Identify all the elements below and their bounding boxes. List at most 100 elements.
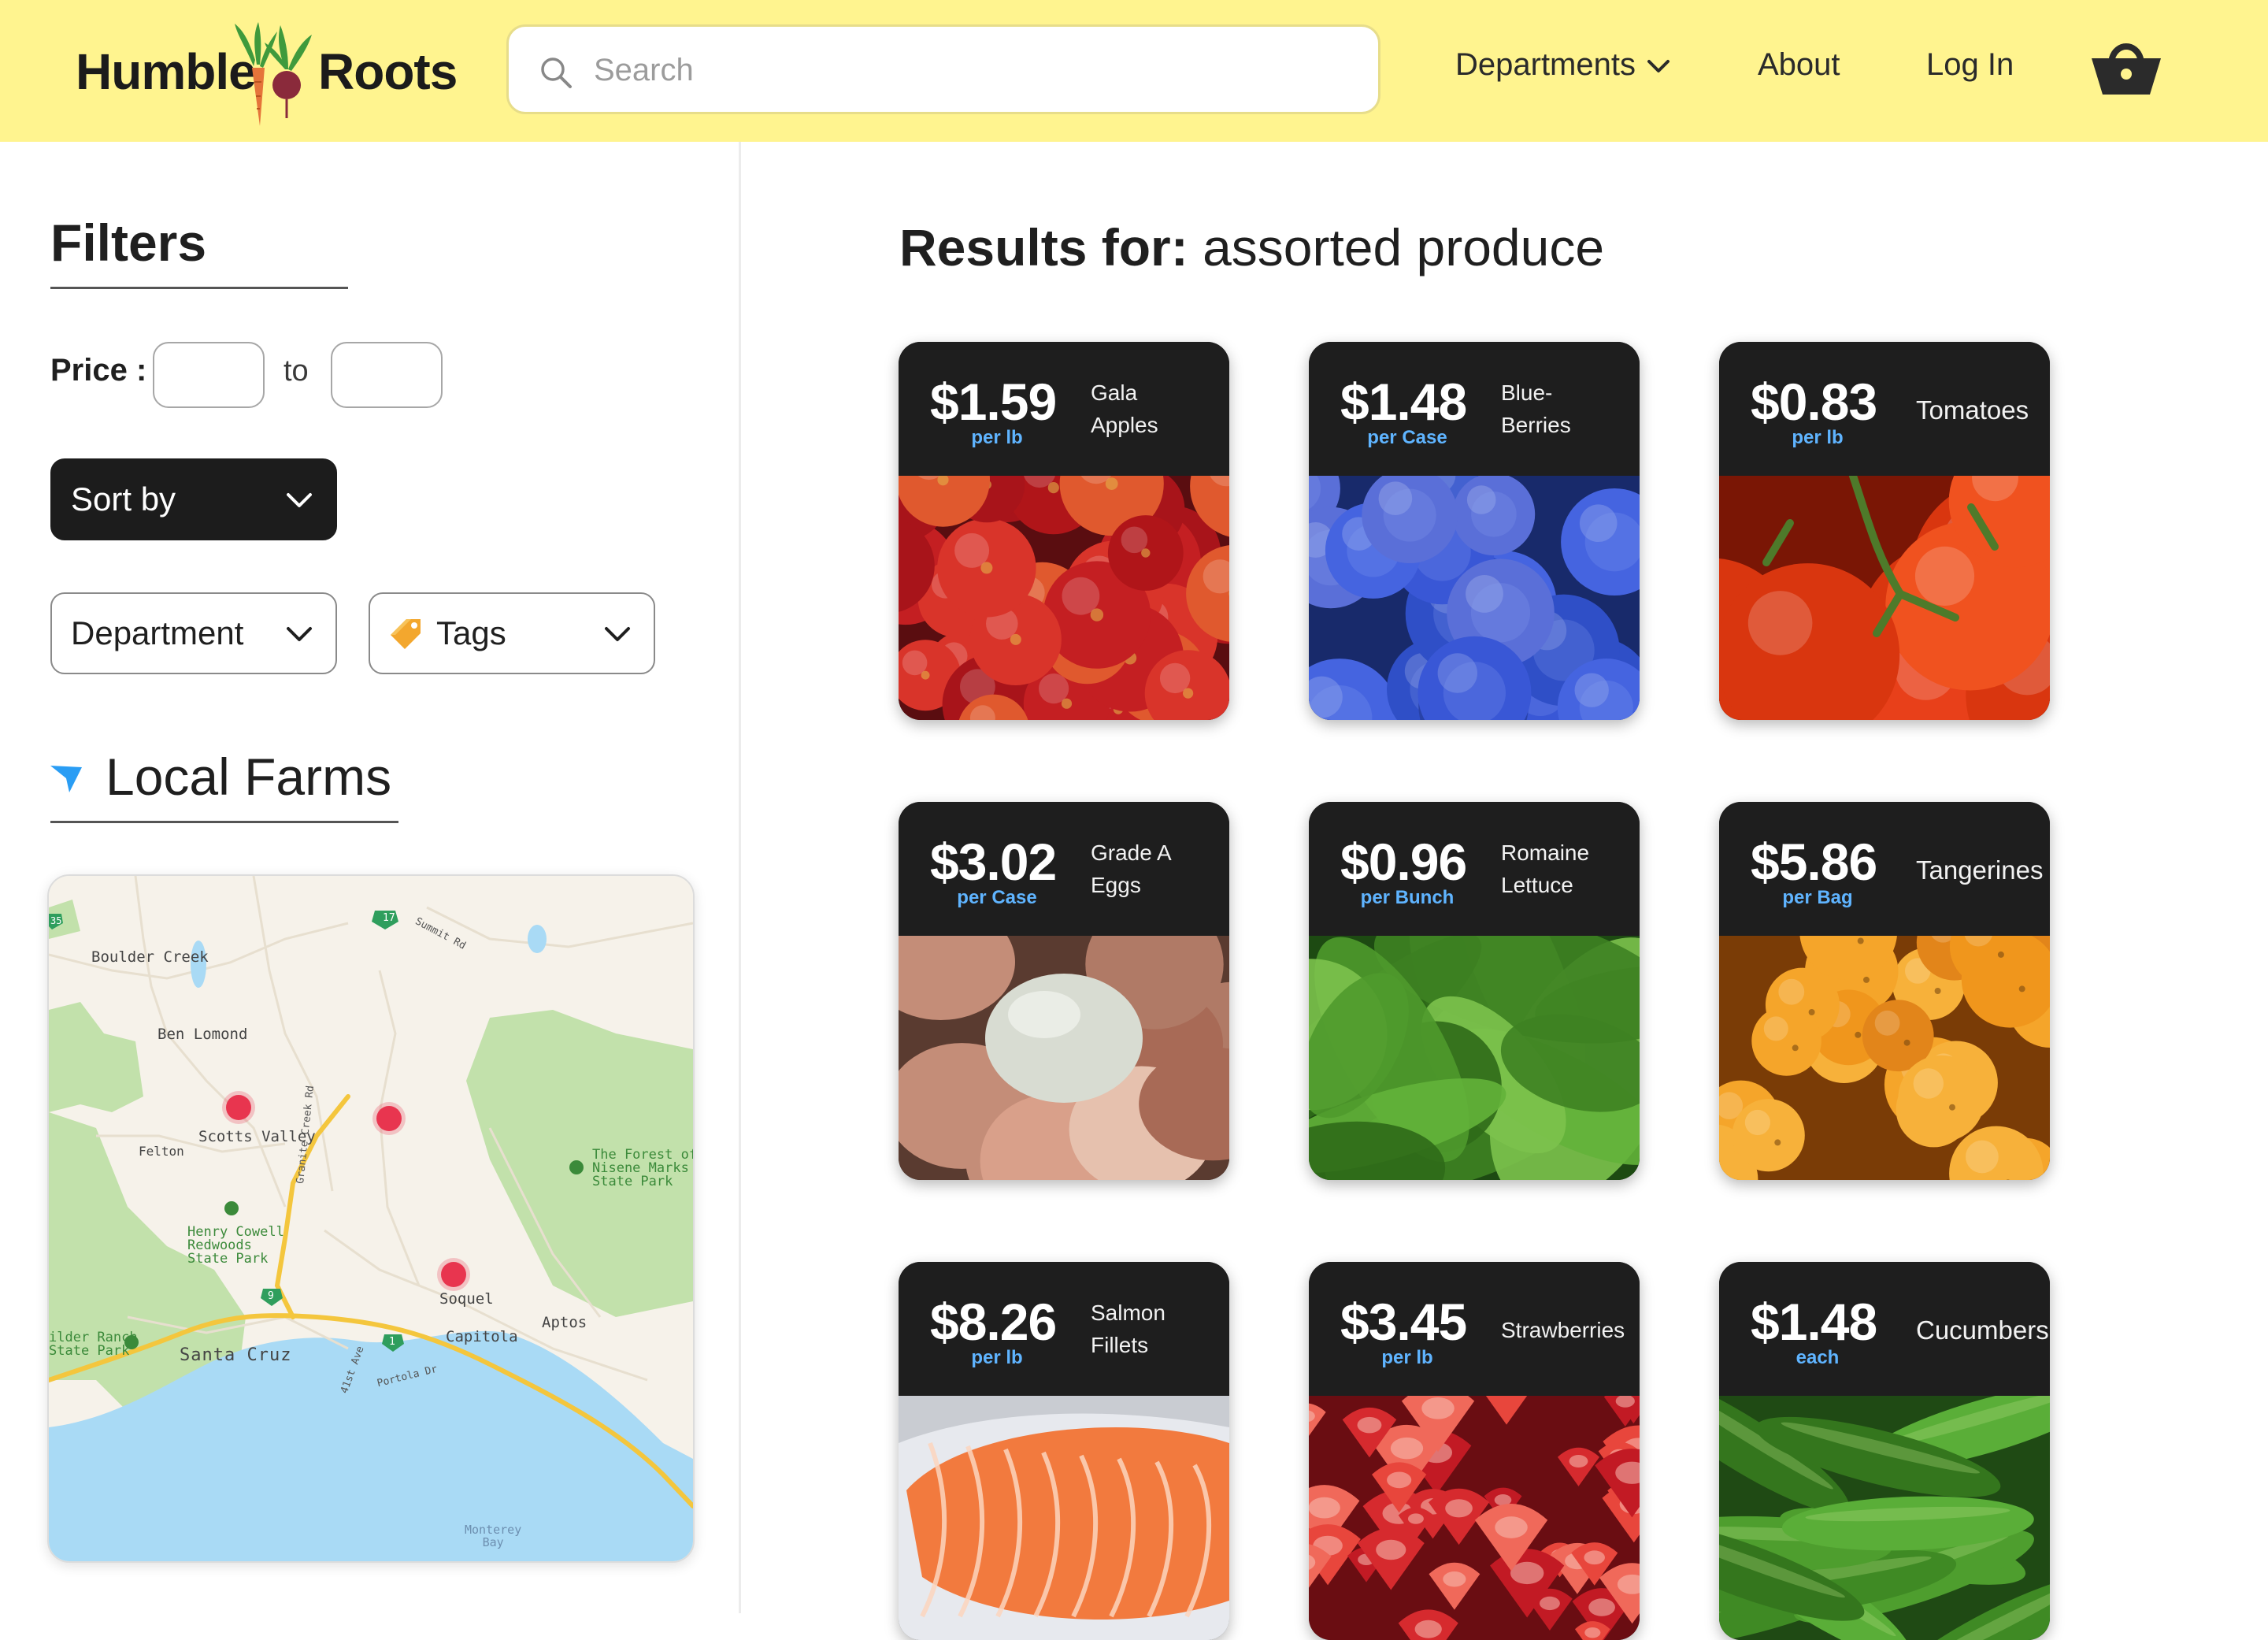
- product-unit: per Bag: [1782, 887, 1853, 908]
- map-base-layer: [49, 876, 693, 1561]
- farm-pin-3[interactable]: [441, 1262, 466, 1287]
- product-unit: per lb: [971, 427, 1023, 448]
- price-min-input[interactable]: [153, 342, 265, 408]
- product-card-cucumbers[interactable]: $1.48 each Cucumbers: [1719, 1262, 2050, 1640]
- search-icon: [541, 58, 572, 88]
- product-card-header: $1.48 per Case Blue- Berries: [1309, 342, 1640, 476]
- tags-label: Tags: [436, 614, 506, 651]
- location-arrow-icon: [50, 766, 82, 792]
- product-price: $1.48: [1340, 373, 1467, 431]
- product-price: $1.59: [930, 373, 1057, 431]
- route-9-label: 9: [268, 1290, 274, 1302]
- nav-about-link[interactable]: About: [1758, 47, 1840, 83]
- results-heading: Results for: assorted produce: [899, 217, 1604, 277]
- product-name: Strawberries: [1501, 1318, 1625, 1342]
- nav-departments-label: Departments: [1455, 47, 1636, 82]
- price-label: Price :: [50, 353, 147, 388]
- search-bar: [506, 24, 1380, 114]
- sort-by-dropdown[interactable]: Sort by: [50, 458, 337, 540]
- product-unit: per lb: [1381, 1347, 1433, 1368]
- local-farms-map[interactable]: 17 9 1 35 Boulder Creek Ben Lomond Scott…: [47, 874, 695, 1563]
- product-image-lettuce: [1309, 936, 1640, 1180]
- product-price: $5.86: [1751, 833, 1877, 891]
- product-name: Grade A Eggs: [1091, 840, 1172, 897]
- nav-login-link[interactable]: Log In: [1926, 47, 2014, 83]
- results-query: assorted produce: [1203, 218, 1605, 276]
- tags-dropdown[interactable]: Tags: [369, 592, 655, 674]
- chevron-down-icon: [1647, 60, 1670, 73]
- local-farms-heading: Local Farms: [106, 748, 392, 806]
- chevron-down-icon: [287, 493, 312, 507]
- product-name: Romaine Lettuce: [1501, 840, 1590, 897]
- product-image-salmon: [899, 1396, 1229, 1640]
- nav-departments-dropdown[interactable]: Departments: [1455, 47, 1670, 83]
- product-name: Cucumbers: [1916, 1315, 2049, 1345]
- product-unit: per Case: [1367, 427, 1447, 448]
- price-to-label: to: [284, 354, 309, 388]
- local-farms-heading-underline: [50, 821, 398, 823]
- product-price: $3.45: [1340, 1293, 1467, 1351]
- filters-heading: Filters: [50, 213, 207, 272]
- product-price: $3.02: [930, 833, 1057, 891]
- farm-pin-1[interactable]: [226, 1095, 251, 1120]
- product-card-strawberries[interactable]: $3.45 per lb Strawberries: [1309, 1262, 1640, 1640]
- product-image-tangerines: [1719, 936, 2050, 1180]
- product-card-apples[interactable]: $1.59 per lb Gala Apples: [899, 342, 1229, 720]
- search-input[interactable]: [592, 41, 1351, 99]
- product-card-tangerines[interactable]: $5.86 per Bag Tangerines: [1719, 802, 2050, 1180]
- basket-icon[interactable]: [2088, 35, 2164, 98]
- product-image-strawberries: [1309, 1396, 1640, 1640]
- route-1-label: 1: [389, 1336, 395, 1348]
- product-card-header: $3.02 per Case Grade A Eggs: [899, 802, 1229, 936]
- product-name: Salmon Fillets: [1091, 1300, 1166, 1357]
- vegetables-logo-icon: [235, 22, 312, 126]
- map-label-aptos: Aptos: [542, 1314, 587, 1331]
- top-navigation-bar: Humble Roots Departments About Log I: [0, 0, 2268, 142]
- sidebar-divider: [739, 142, 741, 1613]
- product-unit: per lb: [971, 1347, 1023, 1368]
- farm-pin-2[interactable]: [376, 1106, 402, 1131]
- chevron-down-icon: [605, 627, 630, 641]
- department-label: Department: [71, 614, 244, 651]
- product-card-lettuce[interactable]: $0.96 per Bunch Romaine Lettuce: [1309, 802, 1640, 1180]
- filters-heading-underline: [50, 287, 348, 289]
- map-label-monterey-bay: Monterey Bay: [465, 1523, 522, 1549]
- map-label-ben-lomond: Ben Lomond: [158, 1026, 248, 1043]
- product-name: Tangerines: [1916, 855, 2044, 885]
- map-label-boulder-creek: Boulder Creek: [91, 948, 209, 966]
- product-price: $0.96: [1340, 833, 1467, 891]
- brand-word-humble: Humble: [76, 43, 257, 100]
- department-dropdown[interactable]: Department: [50, 592, 337, 674]
- results-prefix: Results for:: [899, 218, 1188, 276]
- product-card-header: $1.59 per lb Gala Apples: [899, 342, 1229, 476]
- brand-word-roots: Roots: [318, 43, 458, 100]
- route-35-label: 35: [50, 915, 62, 926]
- product-price: $1.48: [1751, 1293, 1877, 1351]
- product-unit: per Case: [957, 887, 1037, 908]
- map-label-soquel: Soquel: [439, 1290, 494, 1308]
- price-max-input[interactable]: [331, 342, 443, 408]
- product-name: Tomatoes: [1916, 395, 2029, 425]
- map-label-henry-cowell: Henry Cowell Redwoods State Park: [187, 1224, 284, 1267]
- product-unit: each: [1796, 1347, 1840, 1368]
- product-card-salmon[interactable]: $8.26 per lb Salmon Fillets: [899, 1262, 1229, 1640]
- product-image-cucumbers: [1719, 1396, 2050, 1640]
- map-label-forest-nisene: The Forest of Nisene Marks State Park: [592, 1147, 693, 1189]
- product-card-blueberries[interactable]: $1.48 per Case Blue- Berries: [1309, 342, 1640, 720]
- map-label-santa-cruz: Santa Cruz: [180, 1345, 292, 1365]
- product-price: $0.83: [1751, 373, 1877, 431]
- product-card-header: $8.26 per lb Salmon Fillets: [899, 1262, 1229, 1396]
- product-name: Blue- Berries: [1501, 380, 1571, 437]
- product-name: Gala Apples: [1091, 380, 1158, 437]
- product-card-tomatoes[interactable]: $0.83 per lb Tomatoes: [1719, 342, 2050, 720]
- sort-by-label: Sort by: [71, 480, 176, 518]
- product-unit: per lb: [1792, 427, 1844, 448]
- product-card-header: $1.48 each Cucumbers: [1719, 1262, 2050, 1396]
- route-17-label: 17: [383, 912, 395, 924]
- product-unit: per Bunch: [1360, 887, 1455, 908]
- product-image-eggs: [899, 936, 1229, 1180]
- product-card-header: $3.45 per lb Strawberries: [1309, 1262, 1640, 1396]
- product-card-eggs[interactable]: $3.02 per Case Grade A Eggs: [899, 802, 1229, 1180]
- tag-icon: [391, 619, 421, 649]
- product-card-header: $5.86 per Bag Tangerines: [1719, 802, 2050, 936]
